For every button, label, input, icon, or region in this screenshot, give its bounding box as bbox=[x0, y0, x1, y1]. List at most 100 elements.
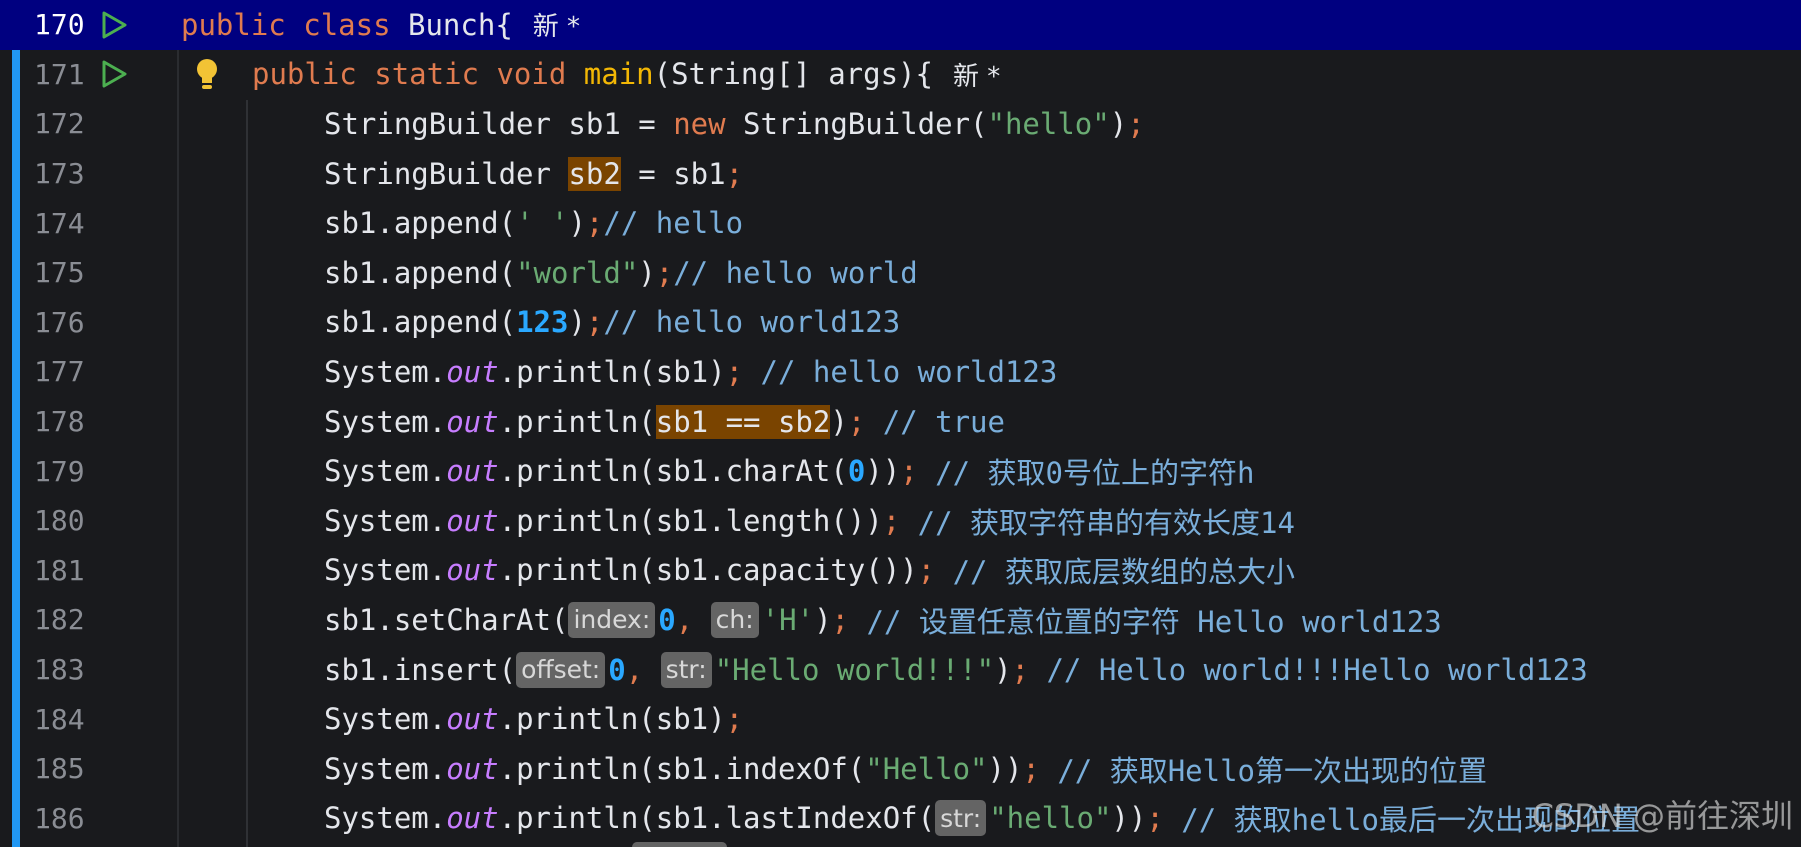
code-token: .println(sb1.length()) bbox=[498, 503, 883, 538]
code-line-183[interactable]: 183 sb1.insert( offset: 0 , str: "Hello … bbox=[0, 645, 1801, 695]
code-line-181[interactable]: 181 System. out .println(sb1.capacity())… bbox=[0, 546, 1801, 596]
code-line-182[interactable]: 182 sb1.setCharAt( index: 0 , ch: 'H' ) … bbox=[0, 595, 1801, 645]
code-token: )) bbox=[865, 454, 901, 489]
comment: // 获取0号位上的字符h bbox=[917, 456, 1255, 491]
comma: , bbox=[625, 652, 661, 687]
parameter-hint: str: bbox=[660, 651, 712, 688]
code-token: .println( bbox=[498, 404, 656, 439]
line-number: 185 bbox=[34, 752, 85, 786]
code-text: System. out .println(sb1.capacity()) ; /… bbox=[324, 546, 1295, 596]
code-line-177[interactable]: 177 System. out .println(sb1) ; // hello… bbox=[0, 347, 1801, 397]
static-field: out bbox=[446, 751, 499, 786]
code-token: )) bbox=[1111, 801, 1147, 836]
static-field: out bbox=[446, 354, 499, 389]
static-field: out bbox=[446, 503, 499, 538]
line-number: 179 bbox=[34, 454, 85, 488]
code-token: ) bbox=[1109, 106, 1128, 141]
code-line-176[interactable]: 176 sb1.append( 123 ) ; // hello world12… bbox=[0, 298, 1801, 348]
semicolon: ; bbox=[900, 454, 918, 489]
code-line-184[interactable]: 184 System. out .println(sb1) ; bbox=[0, 694, 1801, 744]
code-editor[interactable]: 170 public class Bunch{ 新 * 171 public s… bbox=[0, 0, 1801, 847]
class-name: Bunch{ bbox=[408, 7, 513, 42]
line-number: 174 bbox=[34, 206, 85, 240]
code-token: ) bbox=[568, 305, 586, 340]
keyword: class bbox=[303, 7, 391, 42]
line-number: 173 bbox=[34, 157, 85, 191]
string-literal: 'H' bbox=[761, 602, 815, 637]
code-token: .println(sb1.lastIndexOf( bbox=[498, 801, 936, 836]
line-number: 181 bbox=[34, 553, 85, 587]
semicolon: ; bbox=[725, 354, 744, 389]
code-token: System. bbox=[324, 801, 447, 836]
semicolon: ; bbox=[725, 702, 744, 737]
code-line-174[interactable]: 174 sb1.append( ' ' ) ; // hello bbox=[0, 198, 1801, 248]
highlighted-identifier: sb2 bbox=[568, 156, 621, 191]
code-line-185[interactable]: 185 System. out .println(sb1.indexOf( "H… bbox=[0, 744, 1801, 794]
parameter-hint: str: bbox=[935, 800, 987, 837]
code-text: System. out .println(sb1.indexOf( "Hello… bbox=[324, 744, 1487, 794]
run-method-icon[interactable] bbox=[101, 60, 127, 88]
code-text: sb1.append( 123 ) ; // hello world123 bbox=[324, 298, 900, 348]
static-field: out bbox=[446, 553, 499, 588]
line-number: 180 bbox=[34, 504, 85, 538]
code-text: System. out .println(sb1.charAt( 0 )) ; … bbox=[324, 446, 1254, 496]
semicolon: ; bbox=[655, 255, 674, 290]
line-number: 183 bbox=[34, 653, 85, 687]
code-text: sb1.setCharAt( index: 0 , ch: 'H' ) ; //… bbox=[324, 595, 1442, 645]
static-field: out bbox=[446, 702, 499, 737]
number-literal: 0 bbox=[658, 602, 676, 637]
new-author-marker[interactable]: 新 * bbox=[953, 56, 1000, 93]
code-text: sb1.append( "world" ) ; // hello world bbox=[324, 248, 918, 298]
code-text: System. out .println(sb1.length()) ; // … bbox=[324, 496, 1295, 546]
line-number: 170 bbox=[34, 8, 85, 42]
keyword: void bbox=[496, 57, 567, 92]
comment: // 获取字符串的有效长度14 bbox=[900, 505, 1295, 540]
semicolon: ; bbox=[1022, 751, 1040, 786]
code-line-180[interactable]: 180 System. out .println(sb1.length()) ;… bbox=[0, 496, 1801, 546]
code-token: sb1.append( bbox=[324, 255, 517, 290]
code-line-171[interactable]: 171 public static void main (String[] ar… bbox=[0, 50, 1801, 100]
code-token: (String[] args){ bbox=[653, 57, 933, 92]
code-token: ) bbox=[814, 602, 832, 637]
string-literal: "world" bbox=[516, 255, 639, 290]
line-number: 177 bbox=[34, 355, 85, 389]
code-line-170[interactable]: 170 public class Bunch{ 新 * bbox=[0, 0, 1801, 50]
code-line-173[interactable]: 173 StringBuilder sb2 = sb1 ; bbox=[0, 149, 1801, 199]
code-line-172[interactable]: 172 StringBuilder sb1 = new StringBuilde… bbox=[0, 99, 1801, 149]
code-token: StringBuilder bbox=[324, 156, 569, 191]
semicolon: ; bbox=[882, 503, 901, 538]
keyword: public bbox=[181, 7, 286, 42]
code-token: System. bbox=[324, 454, 447, 489]
code-text: System. out .println(sb1.lastIndexOf( st… bbox=[324, 794, 1640, 844]
code-line-179[interactable]: 179 System. out .println(sb1.charAt( 0 )… bbox=[0, 446, 1801, 496]
line-number: 176 bbox=[34, 305, 85, 339]
code-token: System. bbox=[324, 404, 447, 439]
code-text: StringBuilder sb1 = new StringBuilder( "… bbox=[324, 99, 1145, 149]
string-literal: ' ' bbox=[516, 206, 569, 241]
code-line-175[interactable]: 175 sb1.append( "world" ) ; // hello wor… bbox=[0, 248, 1801, 298]
line-number: 184 bbox=[34, 702, 85, 736]
code-token: sb1.setCharAt( bbox=[324, 602, 569, 637]
new-author-marker[interactable]: 新 * bbox=[533, 6, 580, 43]
code-line-178[interactable]: 178 System. out .println( sb1 == sb2 ) ;… bbox=[0, 397, 1801, 447]
static-field: out bbox=[446, 404, 499, 439]
comment: // Hello world!!!Hello world123 bbox=[1029, 652, 1588, 687]
line-number: 178 bbox=[34, 405, 85, 439]
comment: // 设置任意位置的字符 Hello world123 bbox=[849, 604, 1442, 639]
code-token: ) bbox=[638, 255, 656, 290]
code-text: System. out .println(sb1) ; bbox=[324, 694, 743, 744]
code-token: .println(sb1) bbox=[498, 354, 726, 389]
code-text: public class Bunch{ 新 * bbox=[181, 0, 580, 50]
number-literal: 123 bbox=[516, 305, 569, 340]
code-token: System. bbox=[324, 553, 447, 588]
code-text: StringBuilder sb2 = sb1 ; bbox=[324, 149, 743, 199]
semicolon: ; bbox=[585, 305, 604, 340]
parameter-hint: index: bbox=[568, 601, 656, 638]
comment: // true bbox=[865, 404, 1005, 439]
code-token: ) bbox=[568, 206, 586, 241]
code-token: ) bbox=[994, 652, 1012, 687]
run-class-icon[interactable] bbox=[101, 11, 127, 39]
lightbulb-icon[interactable] bbox=[194, 57, 220, 91]
line-number: 172 bbox=[34, 107, 85, 141]
code-token: )) bbox=[987, 751, 1023, 786]
